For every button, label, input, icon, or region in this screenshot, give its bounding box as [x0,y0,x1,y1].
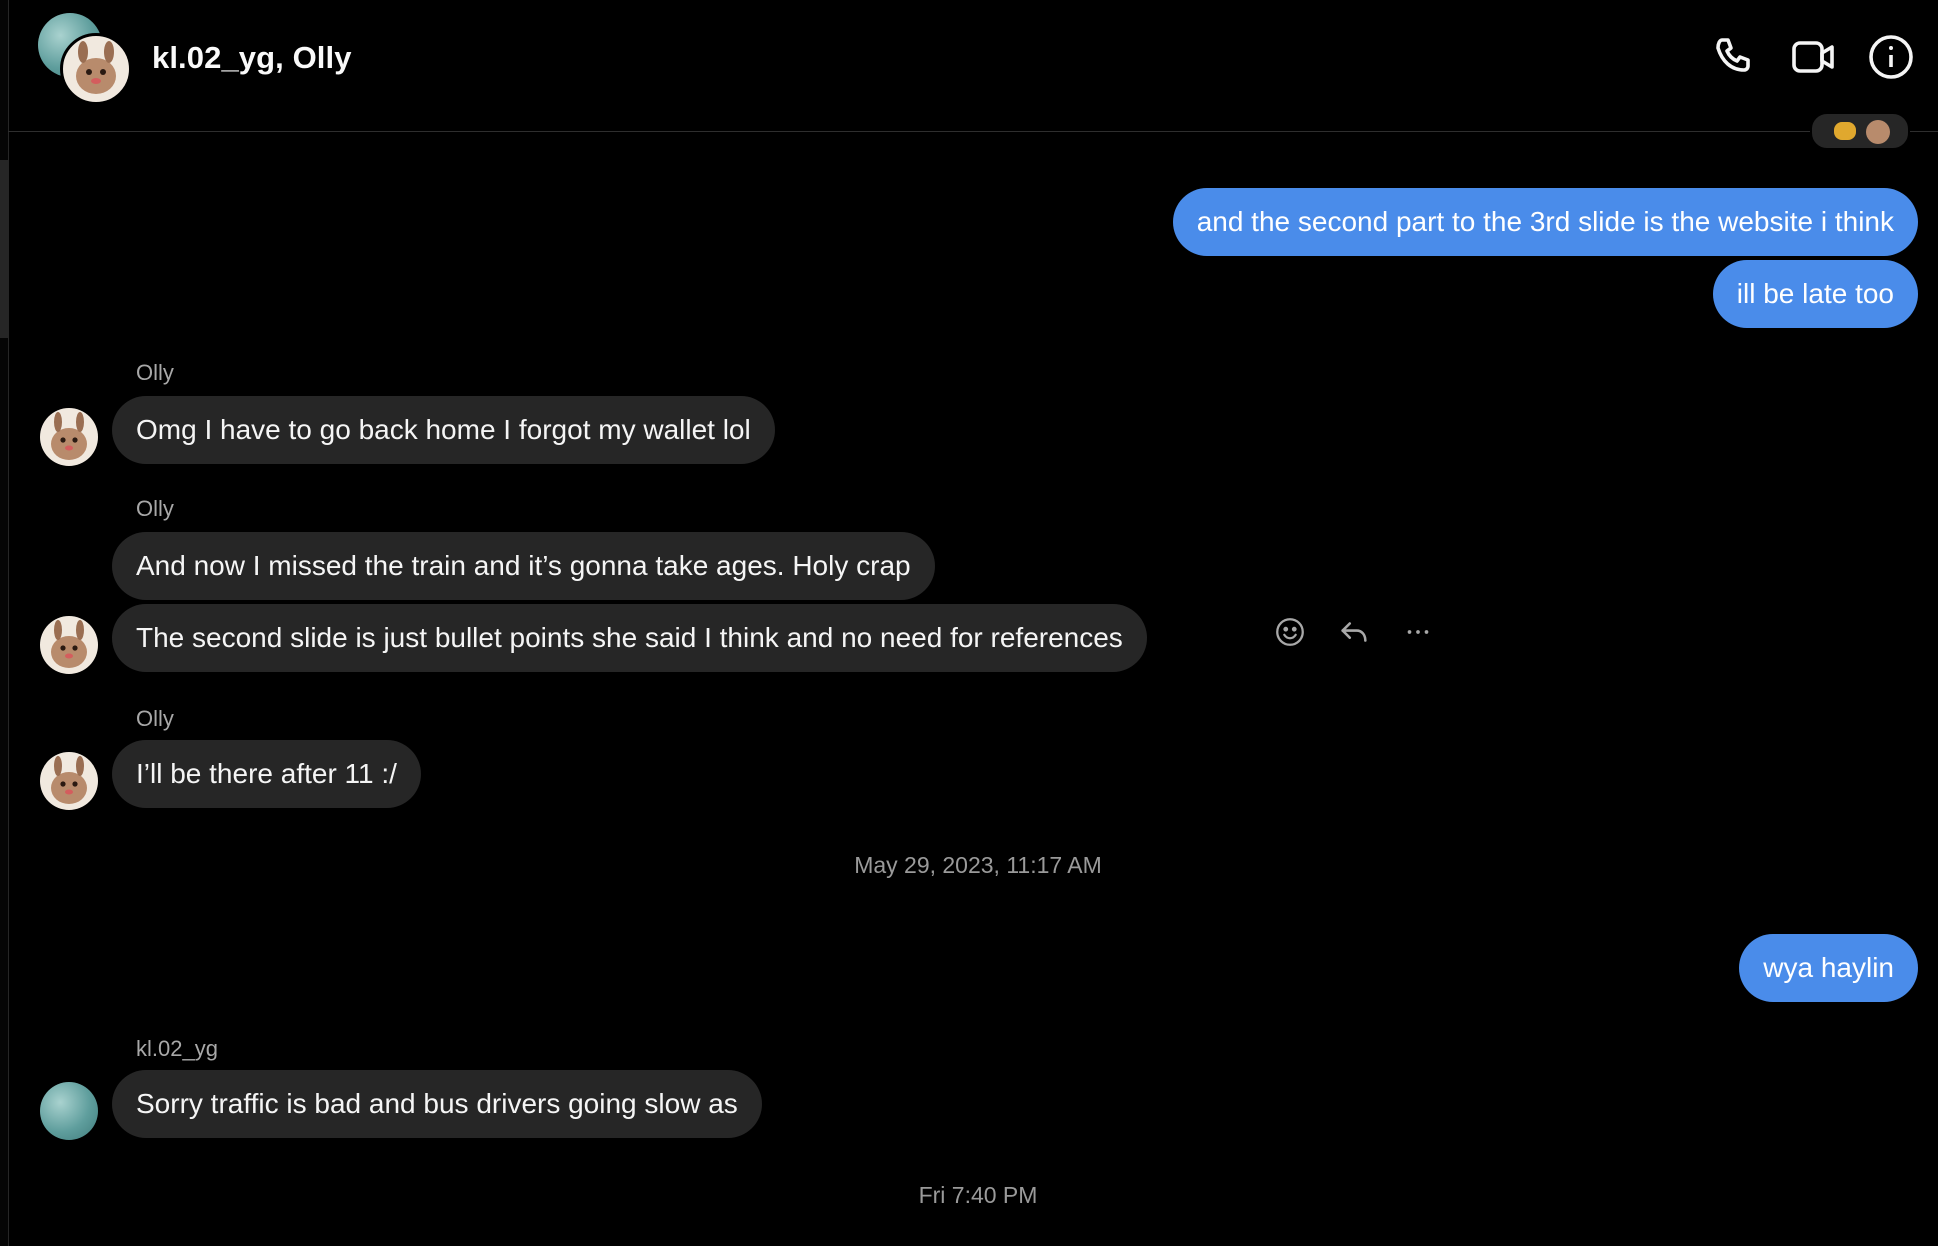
message-bubble-incoming[interactable]: The second slide is just bullet points s… [112,604,1147,672]
message-bubble-outgoing[interactable]: and the second part to the 3rd slide is … [1172,188,1918,256]
message-bubble-incoming[interactable]: Omg I have to go back home I forgot my w… [112,396,775,464]
avatar-olly [60,33,132,105]
group-avatar[interactable] [38,13,138,105]
avatar-olly[interactable] [40,616,98,674]
avatar-olly[interactable] [40,408,98,466]
message-hover-actions [1272,612,1436,652]
info-icon[interactable] [1866,32,1916,82]
conversation-title[interactable]: kl.02_yg, Olly [152,40,352,76]
sender-name: Olly [136,496,174,521]
rail-scroll-indicator [0,160,8,338]
timestamp-divider: Fri 7:40 PM [918,1182,1038,1208]
sender-name: Olly [136,706,174,731]
message-bubble-incoming[interactable]: And now I missed the train and it’s gonn… [112,532,935,600]
reaction-badge[interactable] [1810,112,1910,150]
avatar-olly[interactable] [40,752,98,810]
timestamp-divider: May 29, 2023, 11:17 AM [854,852,1102,878]
video-camera-icon[interactable] [1788,32,1838,82]
sender-name: kl.02_yg [136,1036,218,1061]
message-bubble-outgoing[interactable]: ill be late too [1712,260,1918,328]
avatar-kl02yg[interactable] [40,1082,98,1140]
message-bubble-incoming[interactable]: Sorry traffic is bad and bus drivers goi… [112,1070,762,1138]
message-bubble-incoming[interactable]: I’ll be there after 11 :/ [112,740,421,808]
react-emoji-icon[interactable] [1272,614,1308,650]
phone-icon[interactable] [1710,32,1760,82]
more-options-icon[interactable] [1400,614,1436,650]
conversation-header: kl.02_yg, Olly [8,0,1938,132]
message-bubble-outgoing[interactable]: wya haylin [1739,934,1918,1002]
message-thread[interactable]: and the second part to the 3rd slide is … [8,112,1938,1246]
sender-name: Olly [136,360,174,385]
reply-icon[interactable] [1336,614,1372,650]
